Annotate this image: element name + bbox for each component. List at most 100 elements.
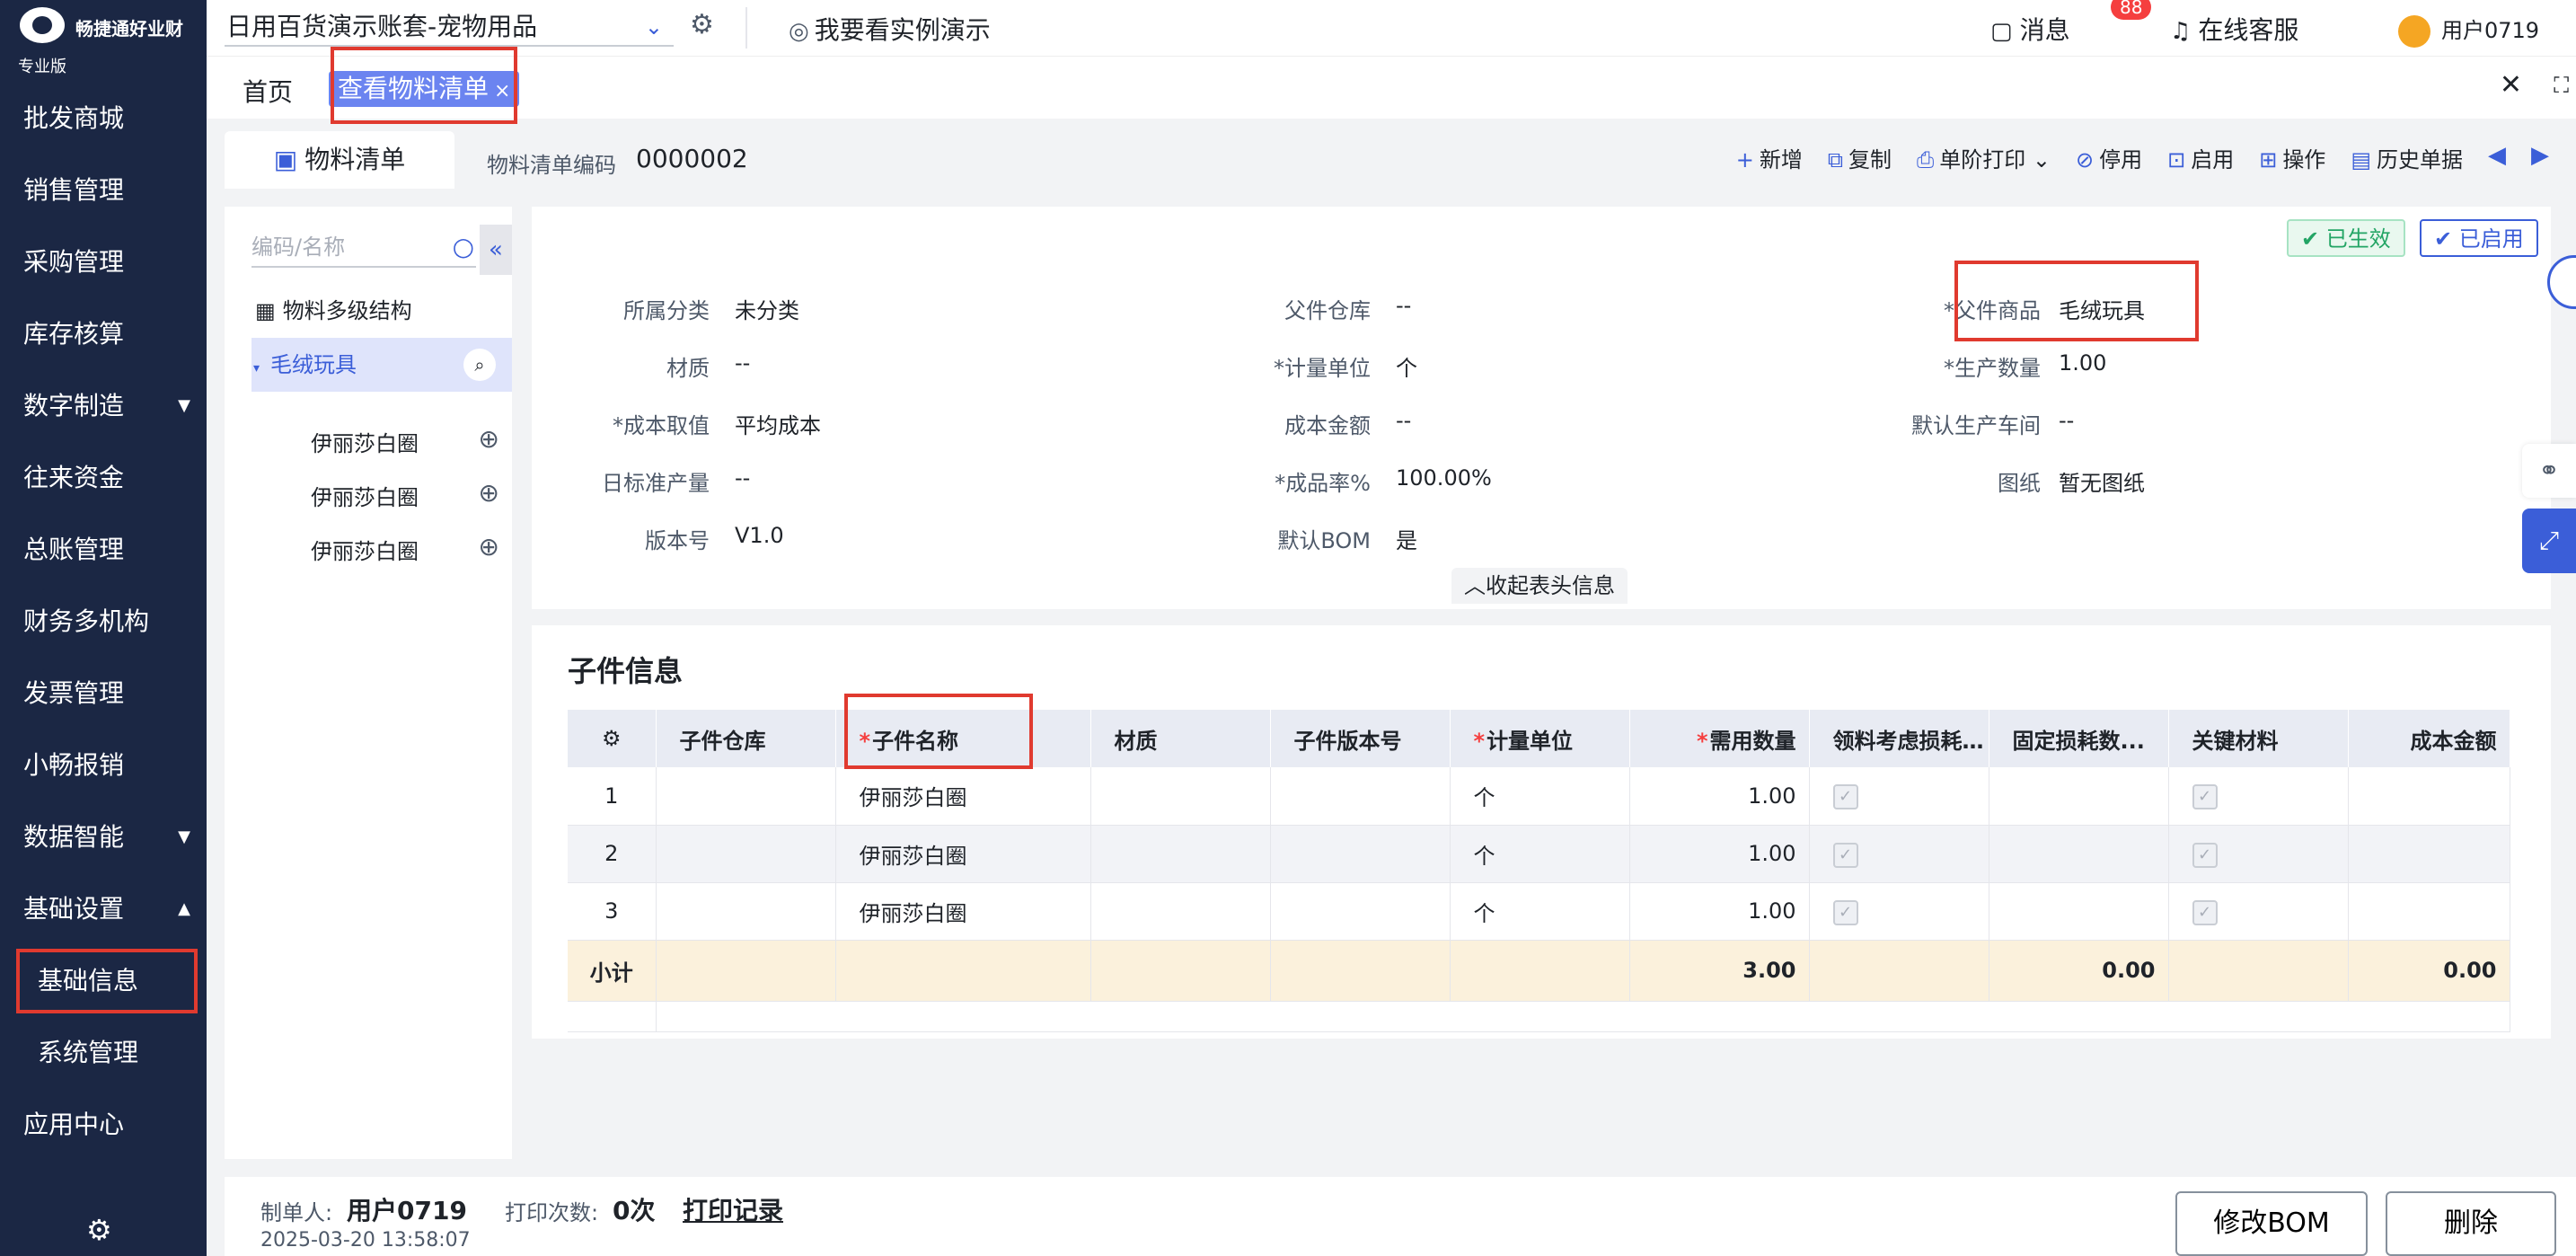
sidebar-item-basic-settings[interactable]: 基础设置 ▲ xyxy=(0,873,207,945)
cell-warehouse[interactable] xyxy=(656,767,836,826)
tree-child[interactable]: 伊丽莎白圈 ⊕ xyxy=(311,478,499,511)
column-header[interactable]: 子件版本号 xyxy=(1270,710,1451,767)
checkbox[interactable]: ✓ xyxy=(2192,899,2218,925)
column-header[interactable]: 材质 xyxy=(1090,710,1271,767)
chevron-down-icon[interactable]: ⌄ xyxy=(2033,147,2051,172)
demo-link[interactable]: ◎ 我要看实例演示 xyxy=(789,11,991,47)
fullscreen-icon[interactable]: ⛶ xyxy=(2554,73,2569,98)
delete-button[interactable]: 删除 xyxy=(2386,1191,2556,1256)
cell-material[interactable] xyxy=(1090,825,1271,883)
add-button[interactable]: + 新增 xyxy=(1736,142,1803,173)
column-header[interactable]: *子件名称 xyxy=(835,710,1091,767)
tree-child[interactable]: 伊丽莎白圈 ⊕ xyxy=(311,532,499,565)
cell-version[interactable] xyxy=(1270,767,1451,826)
sidebar-item-invoice[interactable]: 发票管理 xyxy=(0,658,207,730)
collapse-header-button[interactable]: ︿收起表头信息 xyxy=(1451,568,1628,604)
tree-node-selected[interactable]: ▾ 毛绒玩具 ⌕ xyxy=(251,338,512,392)
add-circle-icon[interactable]: ⊕ xyxy=(479,532,499,562)
cell-unit[interactable]: 个 xyxy=(1450,767,1630,826)
operate-button[interactable]: ⊞ 操作 xyxy=(2259,142,2325,173)
settings-gear-icon[interactable]: ⚙ xyxy=(86,1213,112,1247)
checkbox[interactable]: ✓ xyxy=(1832,842,1858,868)
column-header[interactable]: 子件仓库 xyxy=(656,710,836,767)
cell-fixed-loss[interactable] xyxy=(1989,825,2169,883)
cell-version[interactable] xyxy=(1270,825,1451,883)
enable-button[interactable]: ⊡ 启用 xyxy=(2167,142,2234,173)
add-circle-icon[interactable]: ⊕ xyxy=(479,424,499,454)
tab-home[interactable]: 首页 xyxy=(234,69,302,112)
print-record-link[interactable]: 打印记录 xyxy=(683,1191,783,1227)
column-settings-icon[interactable]: ⚙ xyxy=(568,710,657,767)
attachment-link-icon[interactable]: ⚭ xyxy=(2522,444,2576,498)
sidebar-item-sales[interactable]: 销售管理 xyxy=(0,155,207,226)
disable-button[interactable]: ⊘ 停用 xyxy=(2076,142,2142,173)
sidebar-item-manufacturing[interactable]: 数字制造 ▼ xyxy=(0,370,207,442)
tree-search-input[interactable]: 编码/名称 ○ xyxy=(251,226,476,268)
cell-name[interactable]: 伊丽莎白圈 xyxy=(835,825,1091,883)
cell-loss-checkbox[interactable]: ✓ xyxy=(1809,825,1989,883)
cell-key-material[interactable]: ✓ xyxy=(2168,882,2349,941)
checkbox[interactable]: ✓ xyxy=(2192,784,2218,810)
prev-record-icon[interactable]: ◀ xyxy=(2488,142,2506,173)
tab-view-bom[interactable]: 查看物料清单 × xyxy=(329,71,520,107)
online-service-button[interactable]: ♫ 在线客服 xyxy=(2170,11,2298,47)
tree-child[interactable]: 伊丽莎白圈 ⊕ xyxy=(311,424,499,457)
cell-fixed-loss[interactable] xyxy=(1989,767,2169,826)
cell-qty[interactable]: 1.00 xyxy=(1629,767,1810,826)
cell-loss-checkbox[interactable]: ✓ xyxy=(1809,767,1989,826)
search-icon[interactable]: ○ xyxy=(453,226,474,268)
tab-bom[interactable]: ▣ 物料清单 xyxy=(225,131,454,189)
copy-button[interactable]: ⧉ 复制 xyxy=(1828,142,1892,173)
add-circle-icon[interactable]: ⊕ xyxy=(479,478,499,508)
history-button[interactable]: ▤ 历史单据 xyxy=(2351,142,2463,173)
next-record-icon[interactable]: ▶ xyxy=(2531,142,2549,173)
column-header[interactable]: 关键材料 xyxy=(2168,710,2349,767)
cell-name[interactable]: 伊丽莎白圈 xyxy=(835,767,1091,826)
print-button[interactable]: ⎙ 单阶打印 ⌄ xyxy=(1917,142,2051,173)
cell-cost[interactable] xyxy=(2348,882,2510,941)
cell-version[interactable] xyxy=(1270,882,1451,941)
cell-material[interactable] xyxy=(1090,882,1271,941)
cell-name[interactable]: 伊丽莎白圈 xyxy=(835,882,1091,941)
cell-key-material[interactable]: ✓ xyxy=(2168,767,2349,826)
table-row[interactable]: 1 伊丽莎白圈 个 1.00 ✓ ✓ xyxy=(568,767,2510,826)
close-icon[interactable]: × xyxy=(494,80,510,102)
assistant-handle[interactable] xyxy=(2547,255,2576,309)
view-detail-icon[interactable]: ⌕ xyxy=(463,349,496,381)
cell-unit[interactable]: 个 xyxy=(1450,882,1630,941)
expand-icon[interactable]: ⤢ xyxy=(2522,509,2576,573)
cell-cost[interactable] xyxy=(2348,825,2510,883)
column-header[interactable]: 成本金额 xyxy=(2348,710,2510,767)
close-all-icon[interactable]: ✕ xyxy=(2500,69,2522,101)
tree-root[interactable]: ▦ 物料多级结构 xyxy=(255,293,412,324)
collapse-panel-icon[interactable]: « xyxy=(480,225,512,275)
field-value-drawing[interactable]: 暂无图纸 xyxy=(2059,465,2145,497)
table-row[interactable]: 2 伊丽莎白圈 个 1.00 ✓ ✓ xyxy=(568,825,2510,883)
cell-warehouse[interactable] xyxy=(656,882,836,941)
cell-cost[interactable] xyxy=(2348,767,2510,826)
sidebar-item-expense[interactable]: 小畅报销 xyxy=(0,730,207,801)
sidebar-item-multi-org[interactable]: 财务多机构 xyxy=(0,586,207,658)
table-row[interactable]: 3 伊丽莎白圈 个 1.00 ✓ ✓ xyxy=(568,882,2510,941)
sidebar-item-inventory[interactable]: 库存核算 xyxy=(0,298,207,370)
column-header[interactable]: *计量单位 xyxy=(1450,710,1630,767)
modify-bom-button[interactable]: 修改BOM xyxy=(2175,1191,2368,1256)
column-header[interactable]: *需用数量 xyxy=(1629,710,1810,767)
cell-qty[interactable]: 1.00 xyxy=(1629,825,1810,883)
column-header[interactable]: 固定损耗数... xyxy=(1989,710,2169,767)
account-select[interactable]: 日用百货演示账套-宠物用品 ⌄ xyxy=(225,7,674,47)
checkbox[interactable]: ✓ xyxy=(1832,784,1858,810)
sidebar-item-funds[interactable]: 往来资金 xyxy=(0,442,207,514)
cell-material[interactable] xyxy=(1090,767,1271,826)
cell-qty[interactable]: 1.00 xyxy=(1629,882,1810,941)
sidebar-item-app-center[interactable]: 应用中心 xyxy=(0,1089,207,1161)
cell-fixed-loss[interactable] xyxy=(1989,882,2169,941)
checkbox[interactable]: ✓ xyxy=(1832,899,1858,925)
sidebar-item-purchase[interactable]: 采购管理 xyxy=(0,226,207,298)
expand-triangle-icon[interactable]: ▾ xyxy=(253,361,260,376)
cell-unit[interactable]: 个 xyxy=(1450,825,1630,883)
cell-key-material[interactable]: ✓ xyxy=(2168,825,2349,883)
user-menu[interactable]: 用户0719 xyxy=(2398,13,2539,48)
sidebar-item-data-intelligence[interactable]: 数据智能 ▼ xyxy=(0,801,207,873)
messages-button[interactable]: ▢ 消息 xyxy=(1990,11,2070,47)
